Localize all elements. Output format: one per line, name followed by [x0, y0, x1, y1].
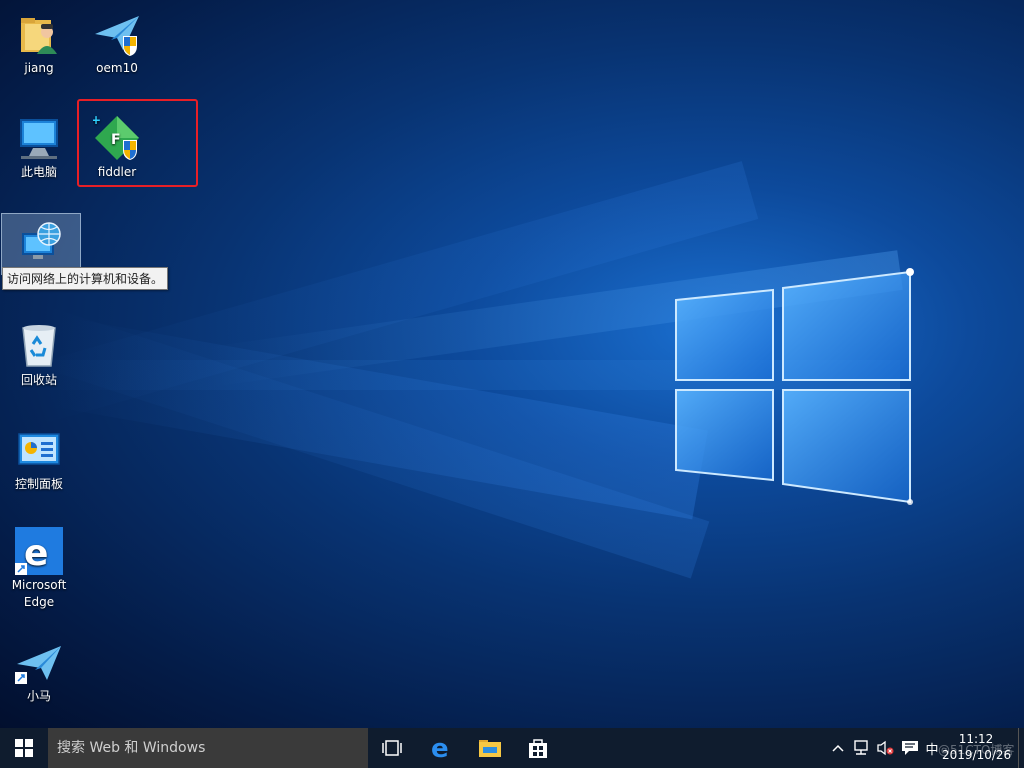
paper-plane-shortcut-icon: [15, 638, 63, 686]
search-box[interactable]: [48, 728, 368, 768]
desktop-icon-xiaoma[interactable]: 小马: [0, 632, 78, 705]
desktop-icon-label: 回收站: [20, 373, 57, 387]
recycle-bin-icon: [15, 322, 63, 370]
light-beam: [24, 305, 710, 579]
network-ethernet-icon: [854, 740, 868, 755]
desktop-icon-label: 此电脑: [20, 165, 57, 179]
edge-icon: e: [15, 527, 63, 575]
tooltip: 访问网络上的计算机和设备。: [2, 267, 169, 290]
folder-icon: [479, 740, 501, 757]
show-desktop-button[interactable]: [1018, 728, 1024, 768]
taskbar-store-button[interactable]: [514, 728, 562, 768]
action-center-button[interactable]: [898, 728, 922, 768]
desktop-icon-control-panel[interactable]: 控制面板: [0, 420, 78, 493]
windows-logo-wallpaper: [660, 262, 920, 512]
watermark: @51CTO博客: [938, 743, 1015, 757]
desktop-icon-label: jiang: [24, 61, 54, 75]
computer-icon: [15, 114, 63, 162]
light-beam: [20, 161, 759, 426]
desktop-icon-label: 控制面板: [14, 477, 63, 491]
desktop-icon-label: Microsoft Edge: [11, 578, 67, 609]
desktop-icon-oem10[interactable]: oem10: [78, 4, 156, 77]
edge-icon: e: [431, 736, 449, 760]
store-icon: [529, 739, 547, 758]
light-beam: [52, 317, 708, 520]
task-view-button[interactable]: [368, 728, 416, 768]
volume-muted-icon: [877, 740, 894, 756]
task-view-icon: [382, 740, 402, 756]
desktop-icon-recycle-bin[interactable]: 回收站: [0, 316, 78, 389]
network-icon: [17, 220, 65, 268]
desktop-icon-jiang[interactable]: jiang: [0, 4, 78, 77]
desktop-icon-network[interactable]: [1, 213, 81, 275]
show-hidden-icons-button[interactable]: [828, 728, 848, 768]
desktop-icon-label: oem10: [96, 61, 138, 75]
control-panel-icon: [15, 426, 63, 474]
user-folder-icon: [15, 10, 63, 58]
taskbar-edge-button[interactable]: e: [418, 728, 466, 768]
start-button[interactable]: [0, 728, 48, 768]
chevron-up-icon: [832, 744, 844, 752]
network-status-button[interactable]: [850, 728, 872, 768]
search-input[interactable]: [48, 739, 359, 757]
windows-start-icon: [15, 739, 33, 757]
paper-plane-shield-icon: [93, 10, 141, 58]
desktop-icon-edge[interactable]: e Microsoft Edge: [0, 521, 78, 611]
taskbar-file-explorer-button[interactable]: [466, 728, 514, 768]
desktop: jiang oem10 此电脑 F + fiddler 访问网络上的计算机和设备…: [0, 0, 1024, 728]
volume-button[interactable]: [874, 728, 896, 768]
taskbar: e: [0, 728, 1024, 768]
svg-text:e: e: [24, 533, 48, 574]
desktop-icon-this-pc[interactable]: 此电脑: [0, 108, 78, 181]
highlight-box: [77, 99, 198, 187]
desktop-icon-label: 小马: [26, 689, 51, 703]
notification-icon: [902, 741, 918, 755]
svg-text:e: e: [431, 736, 449, 760]
